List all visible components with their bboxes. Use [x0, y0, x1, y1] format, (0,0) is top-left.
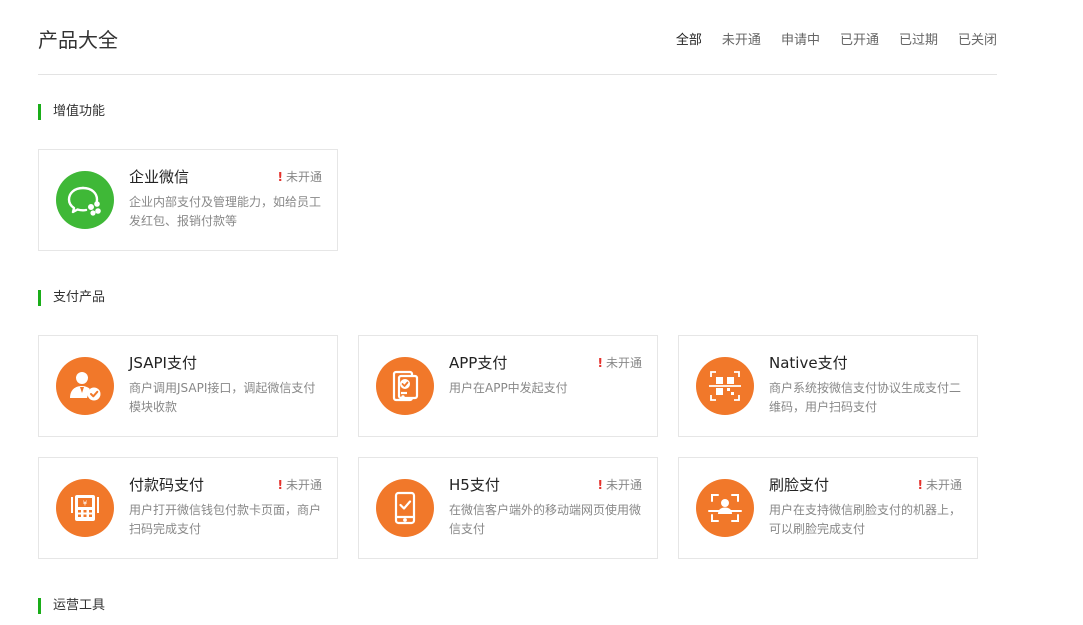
product-name: 企业微信	[129, 168, 190, 186]
product-catalog-page: 产品大全 全部 未开通 申请中 已开通 已过期 已关闭 增值功能 企业微信 ! 未…	[0, 0, 1083, 625]
alert-icon: !	[277, 170, 283, 184]
mobile-app-icon	[376, 357, 434, 415]
status-text: 未开通	[605, 356, 642, 370]
status-text: 未开通	[925, 478, 962, 492]
product-description: 商户系统按微信支付协议生成支付二维码，用户扫码支付	[769, 381, 962, 414]
person-check-icon	[56, 357, 114, 415]
filter-tab-expired[interactable]: 已过期	[899, 31, 938, 51]
product-name: JSAPI支付	[129, 354, 197, 372]
wechat-work-icon	[56, 171, 114, 229]
product-card-native-pay[interactable]: Native支付 商户系统按微信支付协议生成支付二维码，用户扫码支付	[678, 335, 978, 437]
status-badge: ! 未开通	[598, 477, 643, 493]
product-description: 企业内部支付及管理能力，如给员工发红包、报销付款等	[129, 195, 322, 228]
product-card-jsapi-pay[interactable]: JSAPI支付 商户调用JSAPI接口，调起微信支付模块收款	[38, 335, 338, 437]
product-card-app-pay[interactable]: APP支付 ! 未开通 用户在APP中发起支付	[358, 335, 658, 437]
product-description: 用户打开微信钱包付款卡页面，商户扫码完成支付	[129, 503, 322, 536]
product-description: 商户调用JSAPI接口，调起微信支付模块收款	[129, 381, 316, 414]
page-title: 产品大全	[38, 28, 118, 52]
product-card-payment-code-pay[interactable]: ¥ 付款码支付 ! 未开通 用户打开微信钱包付款卡页面，商户扫码完成支付	[38, 457, 338, 559]
alert-icon: !	[597, 478, 603, 492]
status-text: 未开通	[285, 170, 322, 184]
alert-icon: !	[917, 478, 923, 492]
svg-text:¥: ¥	[83, 500, 88, 508]
status-badge: ! 未开通	[598, 355, 643, 371]
status-badge: ! 未开通	[278, 477, 323, 493]
alert-icon: !	[597, 356, 603, 370]
alert-icon: !	[277, 478, 283, 492]
filter-tab-applying[interactable]: 申请中	[781, 31, 820, 51]
status-badge: ! 未开通	[278, 169, 323, 185]
section-heading-payment-products: 支付产品	[38, 290, 105, 306]
status-filter-tabs: 全部 未开通 申请中 已开通 已过期 已关闭	[676, 31, 997, 51]
face-scan-icon	[696, 479, 754, 537]
product-name: 刷脸支付	[769, 476, 830, 494]
filter-tab-activated[interactable]: 已开通	[840, 31, 879, 51]
section-heading-value-added: 增值功能	[38, 104, 105, 120]
tablet-check-icon	[376, 479, 434, 537]
qr-code-icon	[696, 357, 754, 415]
section-heading-operations-tools: 运营工具	[38, 598, 105, 614]
product-name: 付款码支付	[129, 476, 205, 494]
pos-terminal-icon: ¥	[56, 479, 114, 537]
product-description: 用户在支持微信刷脸支付的机器上，可以刷脸完成支付	[769, 503, 962, 536]
status-text: 未开通	[285, 478, 322, 492]
product-description: 在微信客户端外的移动端网页使用微信支付	[449, 503, 642, 536]
product-card-wechat-work[interactable]: 企业微信 ! 未开通 企业内部支付及管理能力，如给员工发红包、报销付款等	[38, 149, 338, 251]
product-card-face-pay[interactable]: 刷脸支付 ! 未开通 用户在支持微信刷脸支付的机器上，可以刷脸完成支付	[678, 457, 978, 559]
status-badge: ! 未开通	[918, 477, 963, 493]
product-name: H5支付	[449, 476, 500, 494]
status-text: 未开通	[605, 478, 642, 492]
filter-tab-not-activated[interactable]: 未开通	[722, 31, 761, 51]
product-name: Native支付	[769, 354, 848, 372]
filter-tab-all[interactable]: 全部	[676, 31, 702, 51]
page-header: 产品大全 全部 未开通 申请中 已开通 已过期 已关闭	[38, 24, 997, 75]
product-description: 用户在APP中发起支付	[449, 381, 568, 395]
product-name: APP支付	[449, 354, 508, 372]
filter-tab-closed[interactable]: 已关闭	[958, 31, 997, 51]
product-card-h5-pay[interactable]: H5支付 ! 未开通 在微信客户端外的移动端网页使用微信支付	[358, 457, 658, 559]
